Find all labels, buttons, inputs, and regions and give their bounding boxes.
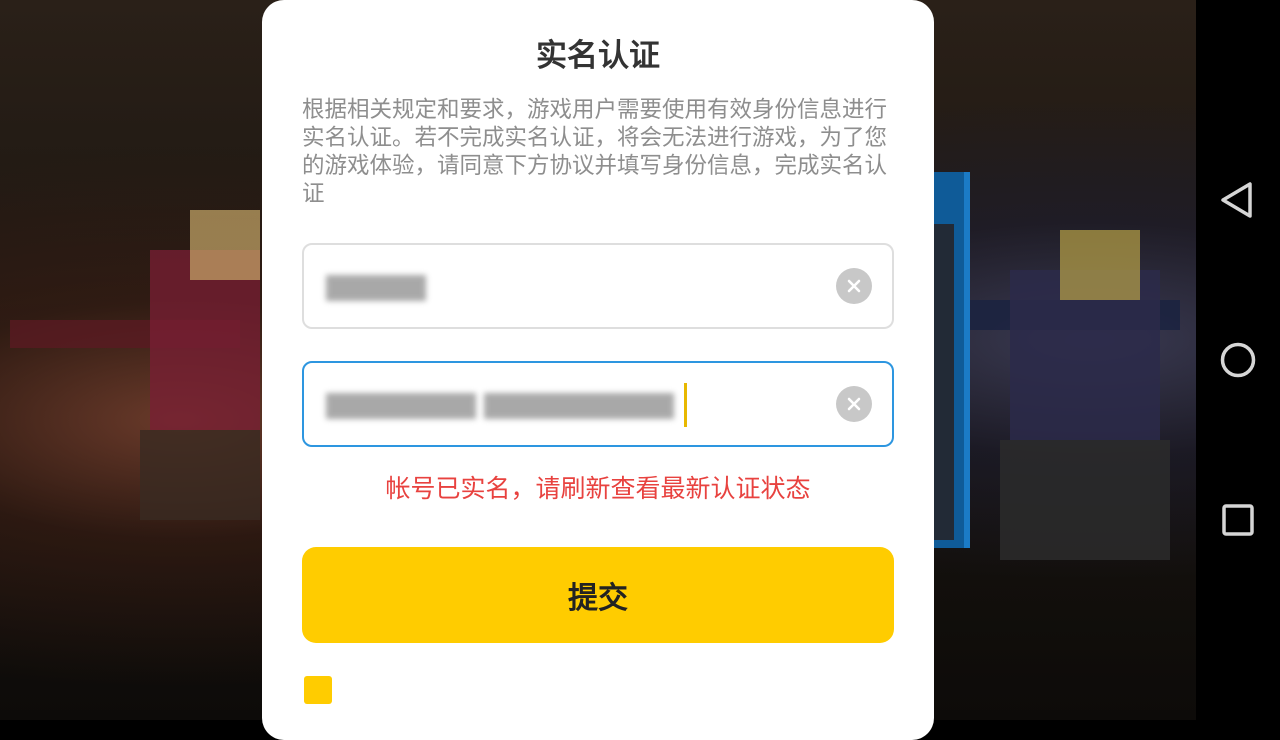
right-character-legs xyxy=(1000,440,1170,560)
circle-home-icon xyxy=(1220,342,1256,378)
error-message: 帐号已实名，请刷新查看最新认证状态 xyxy=(385,474,811,503)
name-input[interactable] xyxy=(302,243,894,329)
real-name-verification-dialog: 实名认证 根据相关规定和要求，游戏用户需要使用有效身份信息进行实名认证。若不完成… xyxy=(262,0,934,740)
clear-id-button[interactable] xyxy=(836,386,872,422)
navigation-bar xyxy=(1196,0,1280,720)
id-number-input[interactable] xyxy=(302,361,894,447)
background-panel-inner xyxy=(934,224,954,540)
clear-name-button[interactable] xyxy=(836,268,872,304)
nav-back-button[interactable] xyxy=(1214,176,1262,224)
dialog-title: 实名认证 xyxy=(536,38,660,74)
redacted-id-value-part2 xyxy=(484,393,674,419)
submit-button-label: 提交 xyxy=(568,582,628,615)
square-recent-icon xyxy=(1222,504,1254,536)
nav-home-button[interactable] xyxy=(1214,336,1262,384)
redacted-id-value-part1 xyxy=(326,393,476,419)
clear-icon xyxy=(847,279,861,293)
text-cursor xyxy=(684,383,687,427)
redacted-name-value xyxy=(326,275,426,301)
left-character-head xyxy=(190,210,260,280)
left-character-legs xyxy=(140,430,260,520)
dialog-description: 根据相关规定和要求，游戏用户需要使用有效身份信息进行实名认证。若不完成实名认证，… xyxy=(302,97,888,207)
agreement-checkbox[interactable] xyxy=(304,676,332,704)
submit-button[interactable]: 提交 xyxy=(302,547,894,643)
right-character-head xyxy=(1060,230,1140,300)
triangle-back-icon xyxy=(1221,182,1252,218)
clear-icon xyxy=(847,397,861,411)
nav-recent-apps-button[interactable] xyxy=(1214,496,1262,544)
